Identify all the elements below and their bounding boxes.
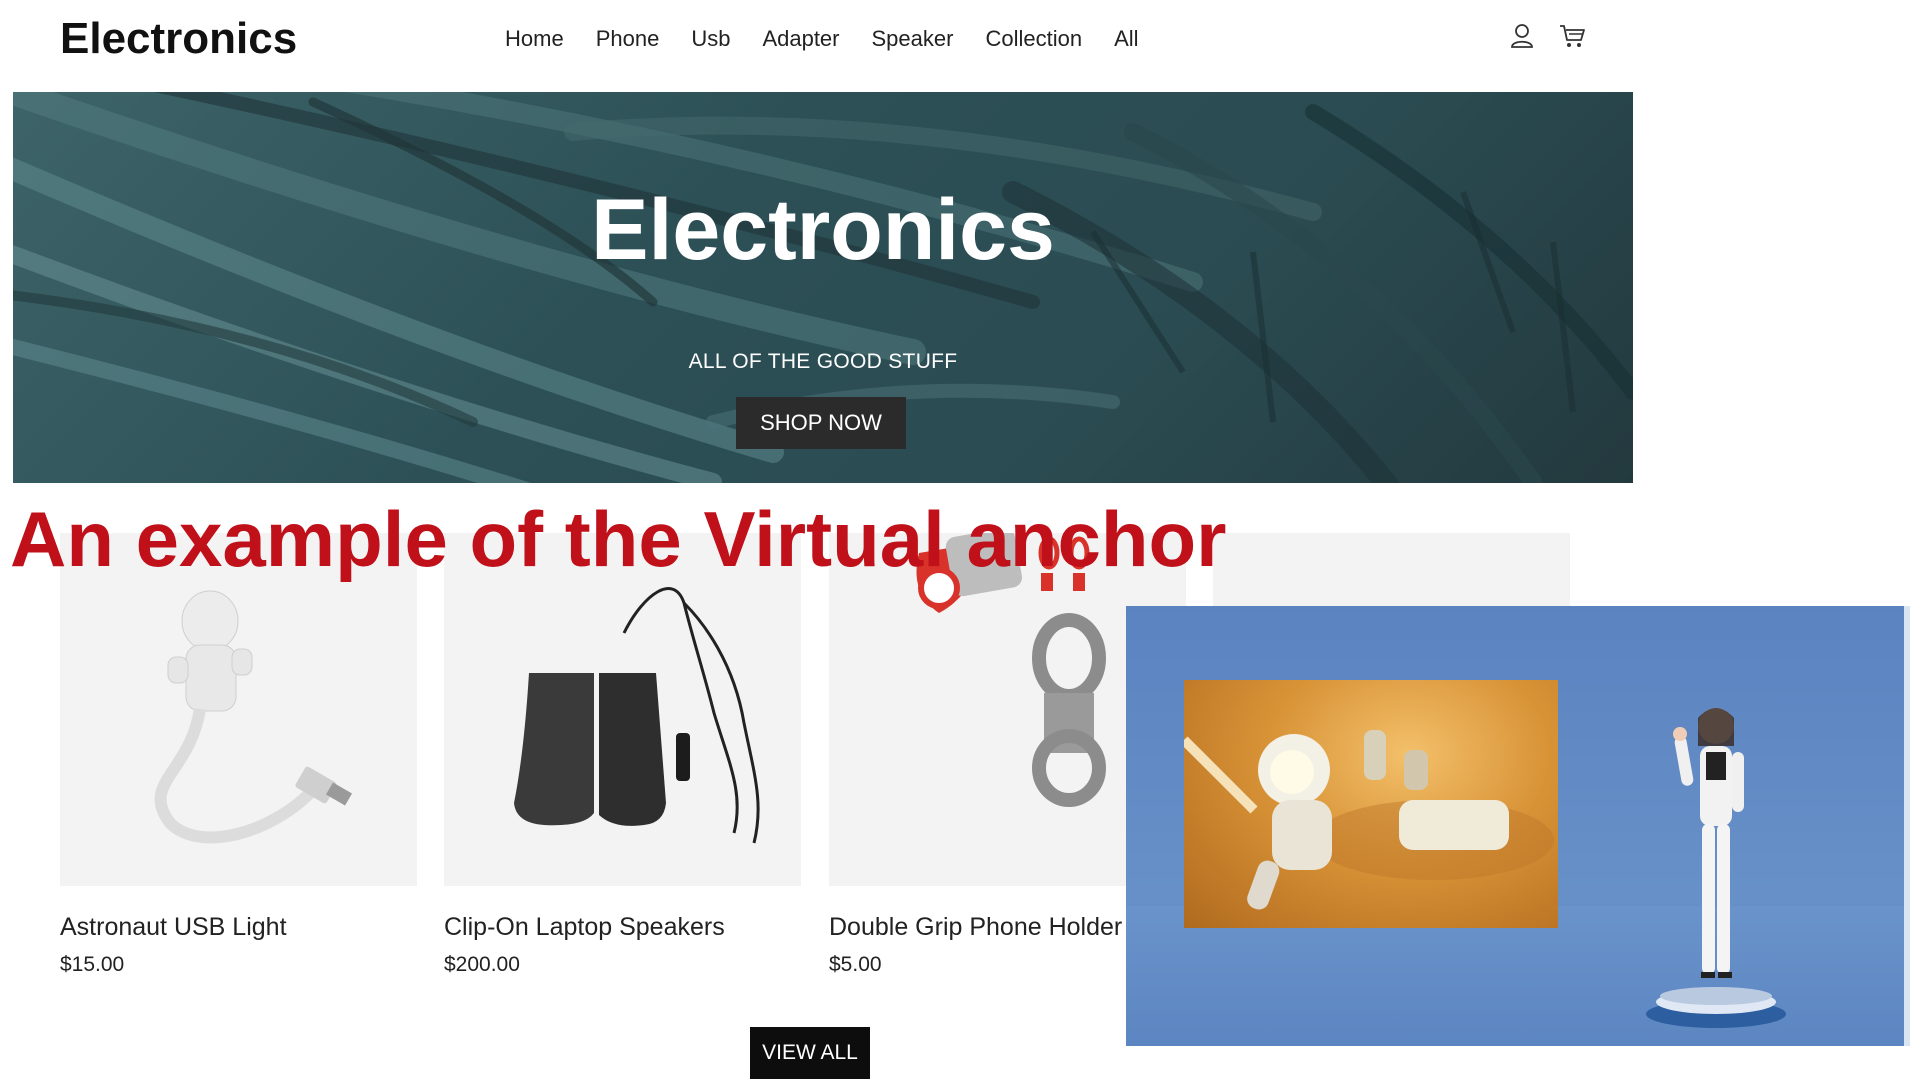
hero-title: Electronics xyxy=(591,182,1055,278)
product-price: $200.00 xyxy=(444,953,520,976)
view-all-button[interactable]: VIEW ALL xyxy=(750,1027,870,1079)
product-name[interactable]: Double Grip Phone Holder xyxy=(829,913,1122,942)
product-image-astronaut-usb-light[interactable] xyxy=(60,533,417,886)
product-name[interactable]: Astronaut USB Light xyxy=(60,913,287,942)
nav-speaker[interactable]: Speaker xyxy=(872,26,954,52)
avatar xyxy=(1646,708,1786,1028)
nav-phone[interactable]: Phone xyxy=(596,26,660,52)
product-price: $15.00 xyxy=(60,953,125,976)
video-panel-edge xyxy=(1904,606,1910,1046)
main-nav: Home Phone Usb Adapter Speaker Collectio… xyxy=(505,26,1139,52)
product-price: $5.00 xyxy=(829,953,882,976)
product-image-clip-on-laptop-speakers[interactable] xyxy=(444,533,801,886)
cart-icon[interactable] xyxy=(1558,22,1586,50)
virtual-anchor-video xyxy=(1126,606,1904,1046)
nav-home[interactable]: Home xyxy=(505,26,564,52)
hero-subtitle: ALL OF THE GOOD STUFF xyxy=(688,350,958,373)
header-icons xyxy=(1508,22,1586,50)
nav-usb[interactable]: Usb xyxy=(691,26,730,52)
overlay-caption: An example of the Virtual anchor xyxy=(10,495,1227,583)
nav-adapter[interactable]: Adapter xyxy=(762,26,839,52)
shop-now-button[interactable]: SHOP NOW xyxy=(736,397,906,449)
anchor-product-photo xyxy=(1184,680,1558,928)
nav-all[interactable]: All xyxy=(1114,26,1138,52)
brand-logo[interactable]: Electronics xyxy=(60,14,297,64)
product-name[interactable]: Clip-On Laptop Speakers xyxy=(444,913,725,942)
hero-banner: Electronics ALL OF THE GOOD STUFF SHOP N… xyxy=(13,92,1633,483)
user-icon[interactable] xyxy=(1508,22,1536,50)
nav-collection[interactable]: Collection xyxy=(985,26,1082,52)
